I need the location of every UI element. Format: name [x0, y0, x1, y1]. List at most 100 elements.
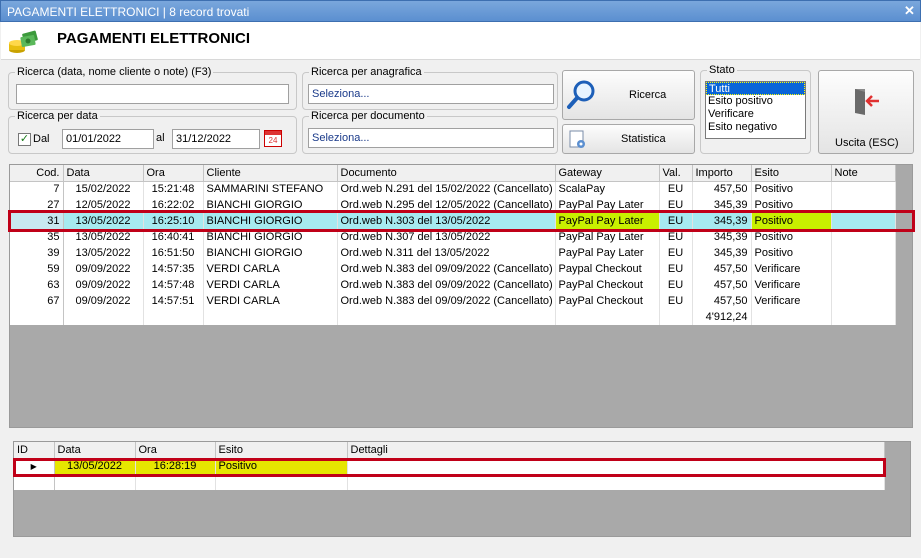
table-cell: 31: [10, 213, 64, 229]
table-cell: EU: [659, 261, 693, 277]
ricerca-button[interactable]: Ricerca: [562, 70, 695, 120]
detail-column-header[interactable]: Ora: [135, 442, 216, 459]
search-date-group: Ricerca per data ✓ Dal 01/01/2022 al 31/…: [8, 110, 297, 154]
detail-column-header[interactable]: Esito: [215, 442, 348, 459]
search-general-input[interactable]: [16, 84, 289, 104]
window-titlebar: PAGAMENTI ELETTRONICI | 8 record trovati…: [0, 0, 921, 22]
table-cell: 15/02/2022: [63, 181, 144, 197]
table-cell: Positivo: [751, 245, 832, 261]
date-to-label: al: [156, 132, 165, 144]
date-from-input[interactable]: 01/01/2022: [62, 129, 154, 149]
table-row[interactable]: 35 13/05/2022 16:40:41 BIANCHI GIORGIO Ord.w…: [10, 229, 896, 245]
table-cell: PayPal Pay Later: [555, 229, 660, 245]
table-row[interactable]: 67 09/09/2022 14:57:51 VERDI CARLA Ord.web N…: [10, 293, 896, 309]
table-cell: EU: [659, 277, 693, 293]
column-header[interactable]: Gateway: [555, 165, 660, 182]
table-row[interactable]: 59 09/09/2022 14:57:35 VERDI CARLA Ord.web N…: [10, 261, 896, 277]
table-cell: [831, 309, 896, 325]
table-cell: [831, 261, 896, 277]
column-header[interactable]: Ora: [143, 165, 204, 182]
table-cell: Ord.web N.291 del 15/02/2022 (Cancellato…: [337, 181, 556, 197]
detail-row[interactable]: ▶ 13/05/2022 16:28:19 Positivo: [14, 458, 885, 474]
table-cell: Positivo: [751, 229, 832, 245]
uscita-label: Uscita (ESC): [835, 137, 899, 149]
totals-row: 4'912,24: [10, 309, 896, 325]
table-cell: SAMMARINI STEFANO: [203, 181, 338, 197]
table-cell: 13/05/2022: [63, 229, 144, 245]
column-header[interactable]: Note: [831, 165, 896, 182]
table-cell: PayPal Pay Later: [555, 213, 660, 229]
table-row[interactable]: 39 13/05/2022 16:51:50 BIANCHI GIORGIO Ord.w…: [10, 245, 896, 261]
search-documento-label: Ricerca per documento: [309, 110, 427, 122]
table-cell: Paypal Checkout: [555, 261, 660, 277]
column-header[interactable]: Cliente: [203, 165, 338, 182]
table-cell: 16:25:10: [143, 213, 204, 229]
stato-option-verificare[interactable]: Verificare: [706, 108, 805, 121]
table-cell: VERDI CARLA: [203, 261, 338, 277]
pagamenti-grid[interactable]: Cod. Data Ora Cliente Documento Gateway Val. Im…: [9, 164, 913, 428]
dettagli-grid[interactable]: ID Data Ora Esito Dettagli ▶ 13/05/2022 16:28:…: [13, 441, 911, 537]
column-header[interactable]: Cod.: [10, 165, 64, 182]
table-row[interactable]: 7 15/02/2022 15:21:48 SAMMARINI STEFANO Ord.…: [10, 181, 896, 197]
table-cell: [831, 277, 896, 293]
column-header[interactable]: Documento: [337, 165, 556, 182]
statistica-label: Statistica: [621, 133, 666, 145]
table-cell: Ord.web N.383 del 09/09/2022 (Cancellato…: [337, 261, 556, 277]
table-cell: 16:51:50: [143, 245, 204, 261]
table-cell: [831, 213, 896, 229]
uscita-button[interactable]: Uscita (ESC): [818, 70, 914, 154]
table-cell: PayPal Pay Later: [555, 245, 660, 261]
table-cell: PayPal Checkout: [555, 293, 660, 309]
table-cell: Verificare: [751, 293, 832, 309]
date-to-input[interactable]: 31/12/2022: [172, 129, 260, 149]
table-cell: [831, 293, 896, 309]
date-filter-checkbox[interactable]: ✓: [18, 133, 31, 146]
table-cell: Ord.web N.311 del 13/05/2022: [337, 245, 556, 261]
statistica-button[interactable]: Statistica: [562, 124, 695, 154]
detail-cell: [14, 474, 55, 490]
column-header[interactable]: Importo: [692, 165, 752, 182]
table-cell: 13/05/2022: [63, 213, 144, 229]
column-header[interactable]: Data: [63, 165, 144, 182]
table-cell: 16:22:02: [143, 197, 204, 213]
ricerca-label: Ricerca: [629, 89, 667, 101]
detail-column-header[interactable]: ID: [14, 442, 55, 459]
stato-option-positivo[interactable]: Esito positivo: [706, 95, 805, 108]
table-row[interactable]: 27 12/05/2022 16:22:02 BIANCHI GIORGIO Ord.w…: [10, 197, 896, 213]
table-row[interactable]: 31 13/05/2022 16:25:10 BIANCHI GIORGIO Ord.w…: [10, 213, 896, 229]
stato-list[interactable]: Tutti Esito positivo Verificare Esito ne…: [705, 81, 806, 139]
table-cell: 12/05/2022: [63, 197, 144, 213]
table-cell: Ord.web N.295 del 12/05/2022 (Cancellato…: [337, 197, 556, 213]
table-cell: Ord.web N.383 del 09/09/2022 (Cancellato…: [337, 293, 556, 309]
table-cell: EU: [659, 245, 693, 261]
table-cell: [831, 245, 896, 261]
documento-select[interactable]: Seleziona...: [308, 128, 554, 148]
detail-column-header[interactable]: Dettagli: [347, 442, 885, 459]
stato-option-tutti[interactable]: Tutti: [706, 82, 805, 95]
anagrafica-select[interactable]: Seleziona...: [308, 84, 554, 104]
detail-cell: 13/05/2022: [54, 458, 136, 474]
search-date-label: Ricerca per data: [15, 110, 100, 122]
column-header[interactable]: Val.: [659, 165, 693, 182]
table-cell: BIANCHI GIORGIO: [203, 197, 338, 213]
table-cell: Positivo: [751, 181, 832, 197]
table-cell: EU: [659, 229, 693, 245]
table-cell: PayPal Pay Later: [555, 197, 660, 213]
search-general-group: Ricerca (data, nome cliente o note) (F3): [8, 66, 297, 110]
stato-option-negativo[interactable]: Esito negativo: [706, 121, 805, 134]
table-cell: 7: [10, 181, 64, 197]
detail-cell: [135, 474, 216, 490]
detail-cell: [347, 474, 885, 490]
row-pointer-icon: ▶: [30, 462, 37, 472]
table-cell: [10, 309, 64, 325]
calendar-icon[interactable]: 24: [264, 130, 282, 147]
search-anagrafica-group: Ricerca per anagrafica Seleziona...: [302, 66, 558, 110]
table-cell: 457,50: [692, 261, 752, 277]
table-cell: [203, 309, 338, 325]
detail-column-header[interactable]: Data: [54, 442, 136, 459]
close-icon[interactable]: ✕: [902, 4, 917, 19]
column-header[interactable]: Esito: [751, 165, 832, 182]
table-cell: [555, 309, 660, 325]
statistics-gear-icon: [569, 130, 585, 148]
table-row[interactable]: 63 09/09/2022 14:57:48 VERDI CARLA Ord.web N…: [10, 277, 896, 293]
